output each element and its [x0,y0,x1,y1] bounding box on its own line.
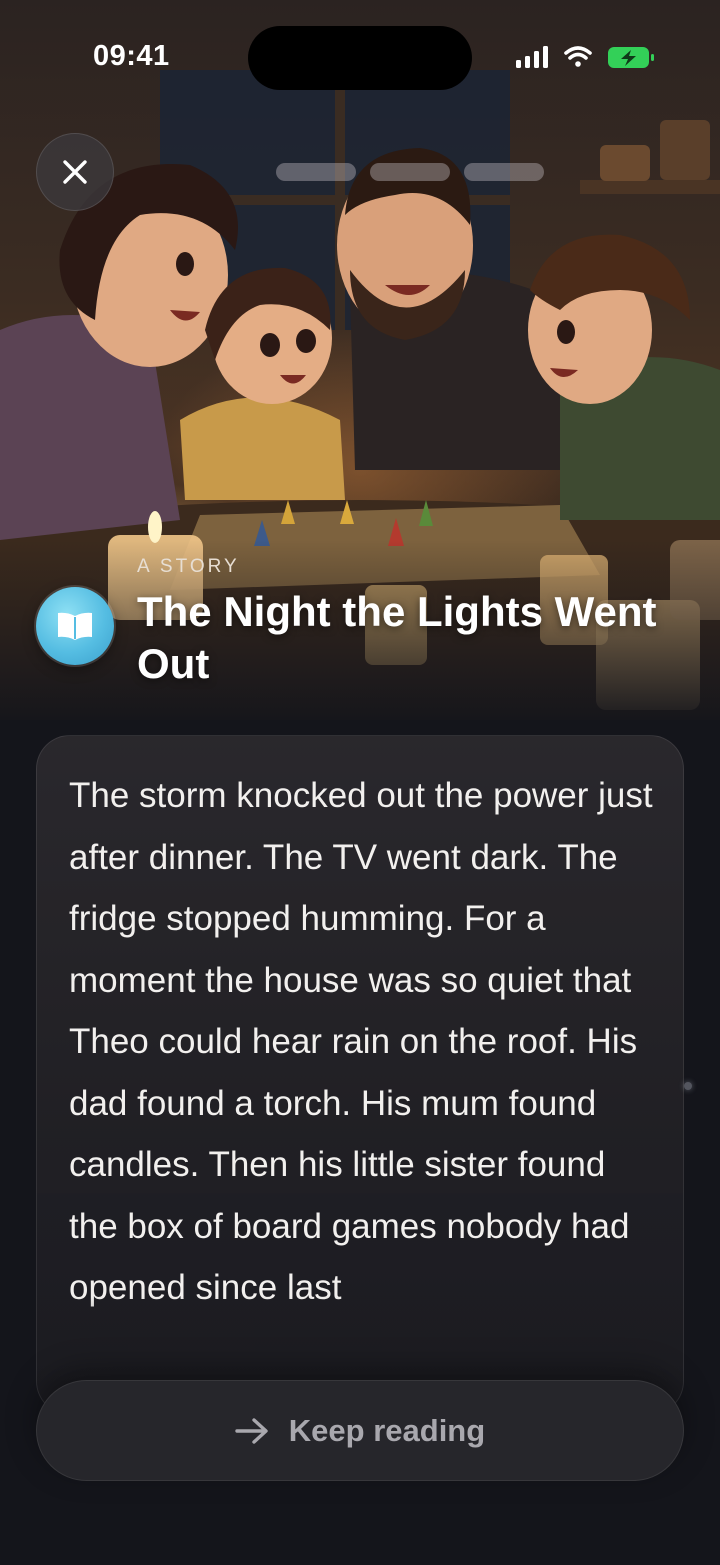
dynamic-island [248,26,472,90]
progress-segment [370,163,450,181]
keep-reading-button[interactable]: Keep reading [36,1380,684,1481]
progress-segment [276,163,356,181]
open-book-icon [58,612,92,640]
status-time: 09:41 [93,40,170,72]
story-reader-screen: 09:41 A STORY The Night the Lights Went … [0,0,720,1565]
close-button[interactable] [36,133,114,211]
story-type-badge [36,587,114,665]
story-body-text: The storm knocked out the power just aft… [69,776,653,1307]
progress-segment [464,163,544,181]
battery-charging-icon [608,47,654,68]
arrow-right-icon [235,1417,268,1444]
status-bar: 09:41 [0,0,720,120]
story-text-card: The storm knocked out the power just aft… [36,735,684,1415]
keep-reading-label: Keep reading [288,1412,486,1448]
status-icons [514,44,659,79]
wifi-icon [564,46,592,67]
story-progress-indicator [276,163,544,181]
ambient-particle [684,1082,692,1090]
story-title: The Night the Lights Went Out [137,588,657,687]
story-kicker: A STORY [137,556,240,577]
close-icon [63,160,87,184]
signal-icon [516,46,548,68]
